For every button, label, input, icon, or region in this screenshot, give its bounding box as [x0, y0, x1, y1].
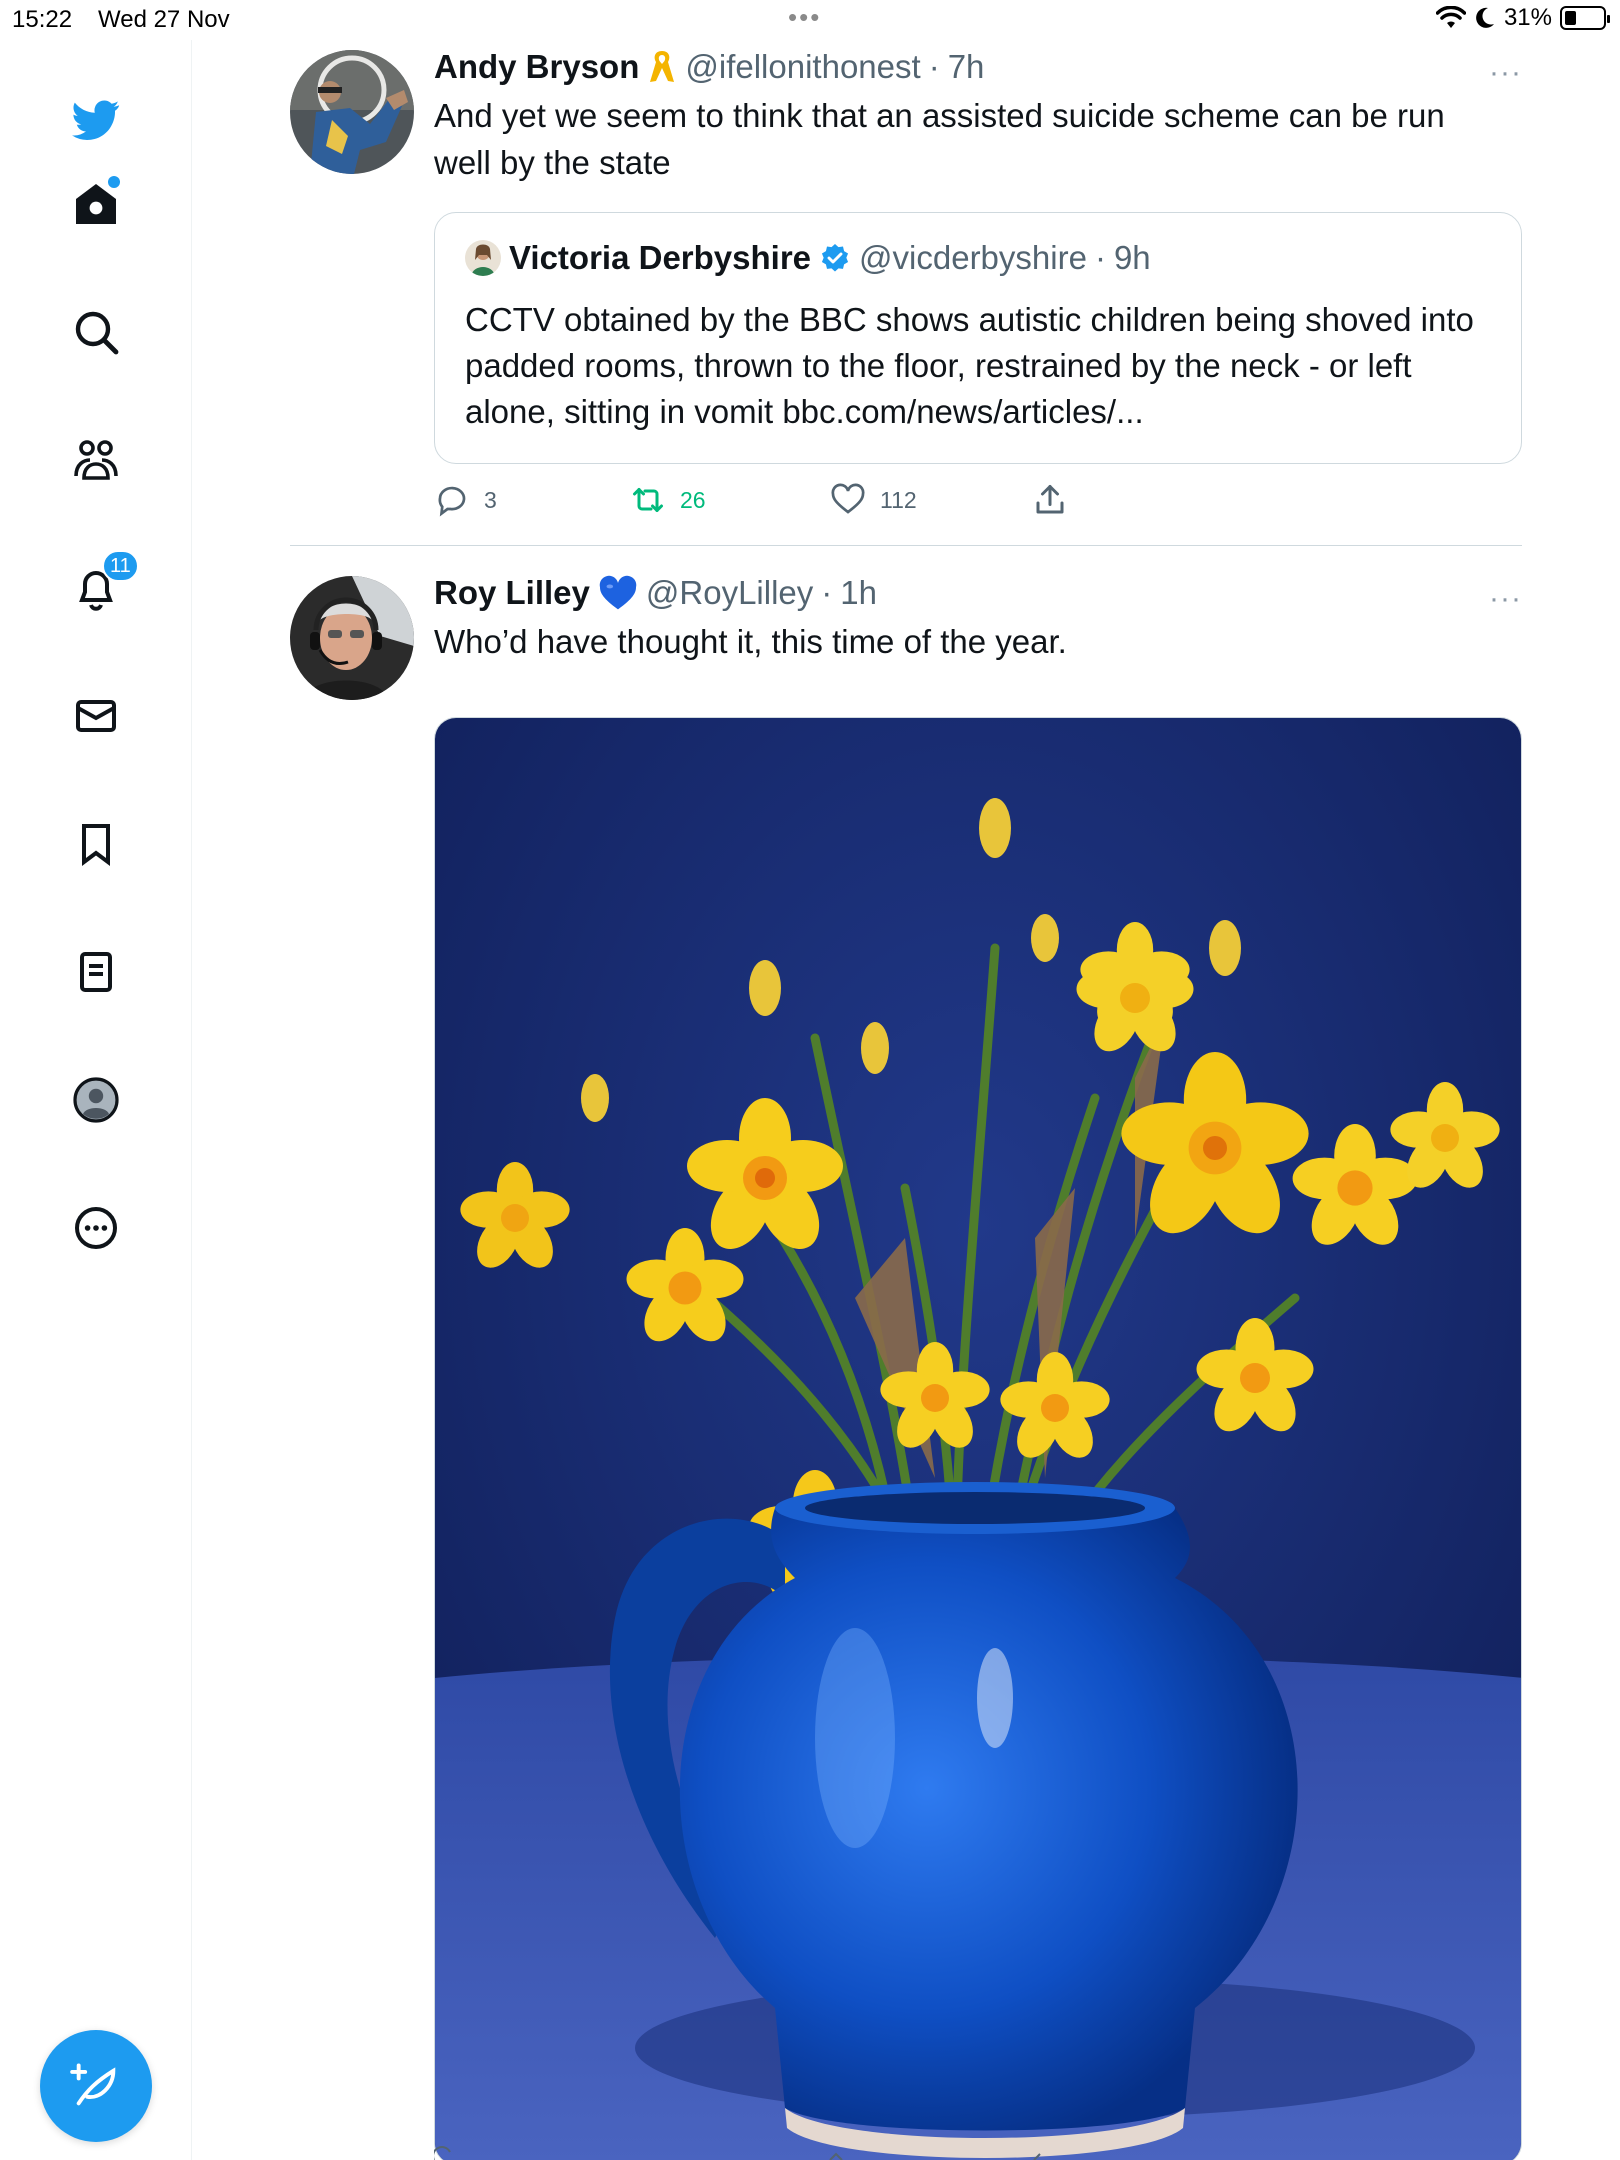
- moon-icon: [1476, 7, 1494, 28]
- tweet-header: Andy Bryson @ifellonithonest · 7h: [434, 48, 984, 86]
- retweet-icon: [633, 488, 663, 512]
- separator: ·: [928, 48, 940, 85]
- quoted-tweet[interactable]: Victoria Derbyshire @vicderbyshire · 9h …: [434, 212, 1522, 464]
- notifications-count-badge: 11: [102, 550, 139, 582]
- next-tweet-actions-partial: [432, 2146, 1234, 2160]
- communities-icon[interactable]: [66, 430, 126, 490]
- tweet-text: And yet we seem to think that an assiste…: [434, 97, 1445, 181]
- author-handle[interactable]: @RoyLilley: [646, 574, 813, 612]
- status-bar: 15:22 Wed 27 Nov ••• 31%: [0, 0, 1620, 40]
- twitter-logo-icon[interactable]: [66, 90, 126, 150]
- compose-tweet-button[interactable]: [40, 2030, 152, 2142]
- tweet-time[interactable]: 7h: [948, 48, 985, 86]
- compose-feather-icon: [70, 2063, 116, 2106]
- more-icon[interactable]: [66, 1198, 126, 1258]
- separator: ·: [821, 574, 833, 611]
- blue-heart-icon: [599, 575, 637, 610]
- author-name[interactable]: Andy Bryson: [434, 48, 639, 86]
- reply-icon: [438, 486, 466, 517]
- avatar[interactable]: [290, 576, 414, 700]
- tweet-time[interactable]: 1h: [840, 574, 877, 612]
- share-button[interactable]: [1032, 482, 1068, 518]
- share-icon: [1036, 485, 1064, 514]
- tweet-more-icon[interactable]: ···: [1489, 56, 1522, 90]
- ribbon-icon: [650, 51, 675, 82]
- quoted-tweet-header: Victoria Derbyshire @vicderbyshire · 9h: [465, 239, 1151, 277]
- tweet-header: Roy Lilley @RoyLilley · 1h: [434, 574, 877, 612]
- battery-percent: 31%: [1503, 4, 1552, 31]
- battery-fill: [1565, 11, 1576, 25]
- retweet-count: 26: [680, 486, 706, 513]
- reply-count: 3: [484, 486, 497, 513]
- notifications-icon[interactable]: 11: [66, 550, 139, 618]
- status-date: Wed 27 Nov: [98, 6, 230, 33]
- quoted-author-handle[interactable]: @vicderbyshire: [859, 239, 1087, 277]
- messages-icon[interactable]: [66, 686, 126, 746]
- tweet[interactable]: Andy Bryson @ifellonithonest · 7h ··· An…: [290, 48, 1522, 548]
- home-unread-dot: [108, 176, 120, 188]
- separator: ·: [1094, 239, 1106, 276]
- battery-icon: [1560, 6, 1610, 30]
- tweet-divider: [290, 545, 1522, 546]
- avatar[interactable]: [290, 50, 414, 174]
- heart-icon: [831, 483, 865, 514]
- author-name[interactable]: Roy Lilley: [434, 574, 590, 612]
- daffodils-in-blue-jug-photo[interactable]: [434, 717, 1522, 2160]
- status-right: 31%: [1435, 4, 1610, 32]
- wifi-icon: [1435, 6, 1466, 28]
- bookmarks-icon[interactable]: [66, 814, 126, 874]
- sidebar: 11: [0, 40, 192, 2160]
- reply-button[interactable]: 3: [434, 482, 497, 518]
- tweet-text: Who’d have thought it, this time of the …: [434, 623, 1067, 660]
- status-time: 15:22: [12, 6, 73, 33]
- quoted-avatar[interactable]: [465, 240, 501, 276]
- profile-icon[interactable]: [66, 1070, 126, 1130]
- quoted-author-name[interactable]: Victoria Derbyshire: [509, 239, 811, 277]
- author-handle[interactable]: @ifellonithonest: [685, 48, 920, 86]
- multitasking-dots-icon[interactable]: •••: [788, 2, 821, 33]
- tweet-more-icon[interactable]: ···: [1489, 582, 1522, 616]
- home-icon[interactable]: [66, 174, 126, 234]
- tweet-actions: 3 26 112: [434, 482, 1134, 532]
- retweet-button[interactable]: 26: [630, 482, 706, 518]
- quoted-tweet-time[interactable]: 9h: [1114, 239, 1151, 277]
- lists-icon[interactable]: [66, 942, 126, 1002]
- like-button[interactable]: 112: [830, 482, 917, 518]
- tweet[interactable]: Roy Lilley @RoyLilley · 1h ··· Who’d hav…: [290, 574, 1522, 2160]
- search-icon[interactable]: [66, 302, 126, 362]
- quoted-tweet-text: CCTV obtained by the BBC shows autistic …: [465, 301, 1474, 430]
- like-count: 112: [880, 486, 917, 513]
- verified-badge-icon: [821, 244, 849, 272]
